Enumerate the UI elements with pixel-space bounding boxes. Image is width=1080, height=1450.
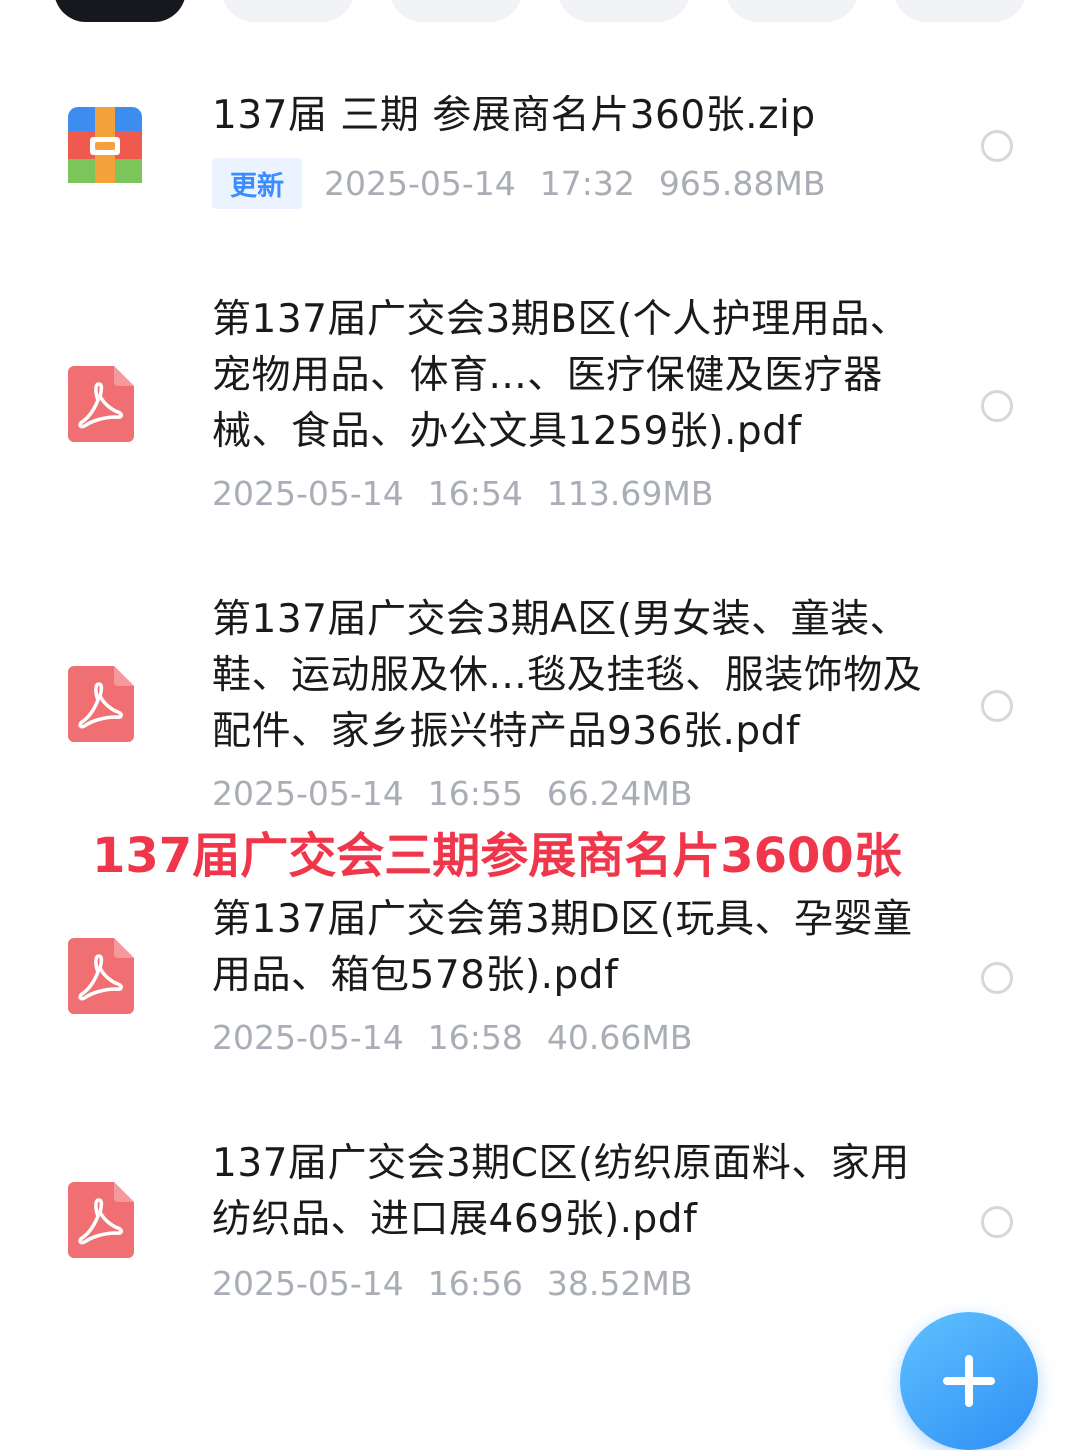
file-name: 137届 三期 参展商名片360张.zip bbox=[212, 93, 816, 138]
archive-zip-icon bbox=[68, 107, 142, 183]
pdf-acrobat-icon bbox=[68, 938, 142, 1014]
file-row[interactable]: 137届 三期 参展商名片360张.zip 更新 2025-05-14 17:3… bbox=[0, 0, 1080, 240]
file-name: 第137届广交会3期B区(个人护理用品、宠物用品、体育...、医疗保健及医疗器械… bbox=[212, 297, 910, 454]
select-checkbox[interactable] bbox=[981, 390, 1013, 422]
pdf-acrobat-icon bbox=[68, 366, 142, 442]
promo-overlay-text: 137届广交会三期参展商名片3600张 bbox=[92, 828, 902, 884]
file-size: 40.66MB bbox=[546, 1018, 693, 1057]
select-checkbox[interactable] bbox=[981, 690, 1013, 722]
file-meta: 2025-05-14 16:54 113.69MB bbox=[212, 474, 713, 513]
select-checkbox[interactable] bbox=[981, 130, 1013, 162]
file-name: 第137届广交会第3期D区(玩具、孕婴童用品、箱包578张).pdf bbox=[212, 897, 913, 998]
file-row[interactable]: 137届广交会3期C区(纺织原面料、家用纺织品、进口展469张).pdf 202… bbox=[0, 1100, 1080, 1330]
file-meta: 2025-05-14 16:58 40.66MB bbox=[212, 1018, 692, 1057]
file-meta: 2025-05-14 16:55 66.24MB bbox=[212, 774, 692, 813]
file-time: 16:58 bbox=[427, 1018, 523, 1057]
file-time: 17:32 bbox=[539, 164, 635, 203]
file-size: 965.88MB bbox=[658, 164, 826, 203]
pdf-acrobat-icon bbox=[68, 1182, 142, 1258]
add-button[interactable] bbox=[900, 1312, 1038, 1450]
file-meta: 更新 2025-05-14 17:32 965.88MB bbox=[212, 158, 825, 209]
file-date: 2025-05-14 bbox=[324, 164, 516, 203]
file-date: 2025-05-14 bbox=[212, 774, 404, 813]
file-meta: 2025-05-14 16:56 38.52MB bbox=[212, 1264, 692, 1303]
pdf-acrobat-icon bbox=[68, 666, 142, 742]
file-size: 38.52MB bbox=[546, 1264, 693, 1303]
update-badge: 更新 bbox=[212, 158, 302, 209]
file-date: 2025-05-14 bbox=[212, 1264, 404, 1303]
file-date: 2025-05-14 bbox=[212, 474, 404, 513]
file-name: 第137届广交会3期A区(男女装、童装、鞋、运动服及休...毯及挂毯、服装饰物及… bbox=[212, 597, 923, 754]
file-row[interactable]: 第137届广交会3期A区(男女装、童装、鞋、运动服及休...毯及挂毯、服装饰物及… bbox=[0, 540, 1080, 840]
file-size: 66.24MB bbox=[546, 774, 693, 813]
file-time: 16:56 bbox=[427, 1264, 523, 1303]
file-name: 137届广交会3期C区(纺织原面料、家用纺织品、进口展469张).pdf bbox=[212, 1141, 910, 1242]
plus-icon bbox=[943, 1355, 995, 1407]
file-time: 16:55 bbox=[427, 774, 523, 813]
file-time: 16:54 bbox=[427, 474, 523, 513]
file-row[interactable]: 第137届广交会3期B区(个人护理用品、宠物用品、体育...、医疗保健及医疗器械… bbox=[0, 240, 1080, 540]
file-date: 2025-05-14 bbox=[212, 1018, 404, 1057]
file-size: 113.69MB bbox=[546, 474, 714, 513]
select-checkbox[interactable] bbox=[981, 962, 1013, 994]
select-checkbox[interactable] bbox=[981, 1206, 1013, 1238]
